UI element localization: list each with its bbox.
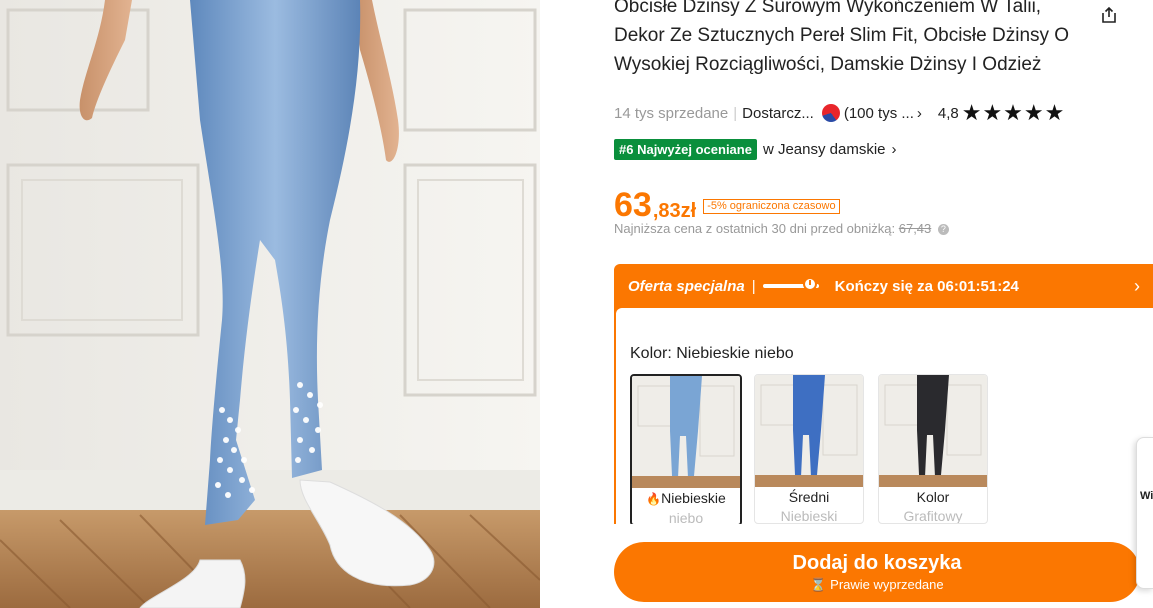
- color-swatch-niebieskie-niebo[interactable]: 🔥Niebieskie niebo: [630, 374, 742, 524]
- ranking-row[interactable]: #6 Najwyżej oceniane w Jeansy damskie ›: [614, 138, 897, 160]
- offer-title: Oferta specjalna: [628, 277, 745, 295]
- seller-name[interactable]: Dostarcz...: [742, 105, 814, 122]
- lowest-price-label: Najniższa cena z ostatnich 30 dni przed …: [614, 221, 896, 236]
- sold-count: 14 tys sprzedane: [614, 104, 729, 122]
- chevron-right-icon[interactable]: ›: [1121, 270, 1153, 302]
- offer-body: Kolor: Niebieskie niebo 🔥Niebieskie nieb…: [616, 308, 1153, 524]
- price-decimal: ,83zł: [652, 200, 697, 222]
- info-icon[interactable]: ?: [937, 224, 949, 236]
- offer-countdown: Kończy się za 06:01:51:24: [834, 277, 1019, 295]
- side-panel-label: Wi: [1140, 490, 1153, 502]
- divider: |: [733, 104, 738, 122]
- swatch-thumbnail: [755, 375, 863, 487]
- swatch-thumbnail: [879, 375, 987, 487]
- share-icon[interactable]: [1100, 6, 1118, 24]
- swatch-label-line2: Niebieski: [780, 508, 838, 524]
- rating-stars[interactable]: ★★★★★: [962, 102, 1066, 124]
- lowest-price-value: 67,43: [898, 221, 932, 236]
- clock-icon: [803, 277, 818, 291]
- color-label: Kolor: Niebieskie niebo: [630, 345, 794, 362]
- ranking-category-link[interactable]: w Jeansy damskie: [763, 141, 886, 158]
- price-main: 63: [614, 186, 652, 224]
- offer-progress-bar: [762, 277, 819, 291]
- seller-reviews[interactable]: (100 tys ...: [844, 105, 914, 122]
- divider: |: [751, 277, 756, 295]
- fire-icon: 🔥: [646, 492, 662, 506]
- side-floating-panel[interactable]: Wi: [1136, 437, 1153, 589]
- discount-tag: -5% ograniczona czasowo: [703, 199, 840, 214]
- color-swatch-grafitowy[interactable]: Kolor Grafitowy: [878, 374, 988, 524]
- price-row: 63 ,83zł -5% ograniczona czasowo: [614, 182, 840, 222]
- color-swatch-sredni-niebieski[interactable]: Średni Niebieski: [754, 374, 864, 524]
- swatch-label-line2: niebo: [668, 510, 704, 524]
- swatch-label: Średni: [788, 489, 830, 505]
- swatch-label-line2: Grafitowy: [903, 508, 963, 524]
- swatch-label: 🔥Niebieskie: [646, 490, 726, 506]
- almost-sold-out-note: ⌛ Prawie wyprzedane: [810, 577, 944, 592]
- offer-header[interactable]: Oferta specjalna | Kończy się za 06:01:5…: [628, 273, 1019, 299]
- ranking-badge: #6 Najwyżej oceniane: [614, 138, 757, 160]
- add-to-cart-button[interactable]: Dodaj do koszyka ⌛ Prawie wyprzedane: [614, 542, 1140, 602]
- swatch-label: Kolor: [916, 489, 950, 505]
- product-image[interactable]: [0, 0, 540, 608]
- sales-stats-row: 14 tys sprzedane | Dostarcz... (100 tys …: [614, 102, 1153, 124]
- lowest-price-note: Najniższa cena z ostatnich 30 dni przed …: [614, 221, 949, 236]
- chevron-right-icon[interactable]: ›: [917, 105, 922, 122]
- swatch-thumbnail: [632, 376, 740, 488]
- special-offer-card: Oferta specjalna | Kończy się za 06:01:5…: [614, 264, 1153, 524]
- product-info-panel: Obcisłe Dżinsy Z Surowym Wykończeniem W …: [614, 0, 1153, 608]
- seller-logo-icon: [821, 104, 840, 122]
- rating-value: 4,8: [937, 104, 959, 122]
- add-to-cart-label: Dodaj do koszyka: [792, 552, 962, 574]
- hourglass-icon: ⌛: [810, 577, 827, 592]
- chevron-right-icon: ›: [891, 140, 897, 158]
- product-title: Obcisłe Dżinsy Z Surowym Wykończeniem W …: [614, 0, 1070, 75]
